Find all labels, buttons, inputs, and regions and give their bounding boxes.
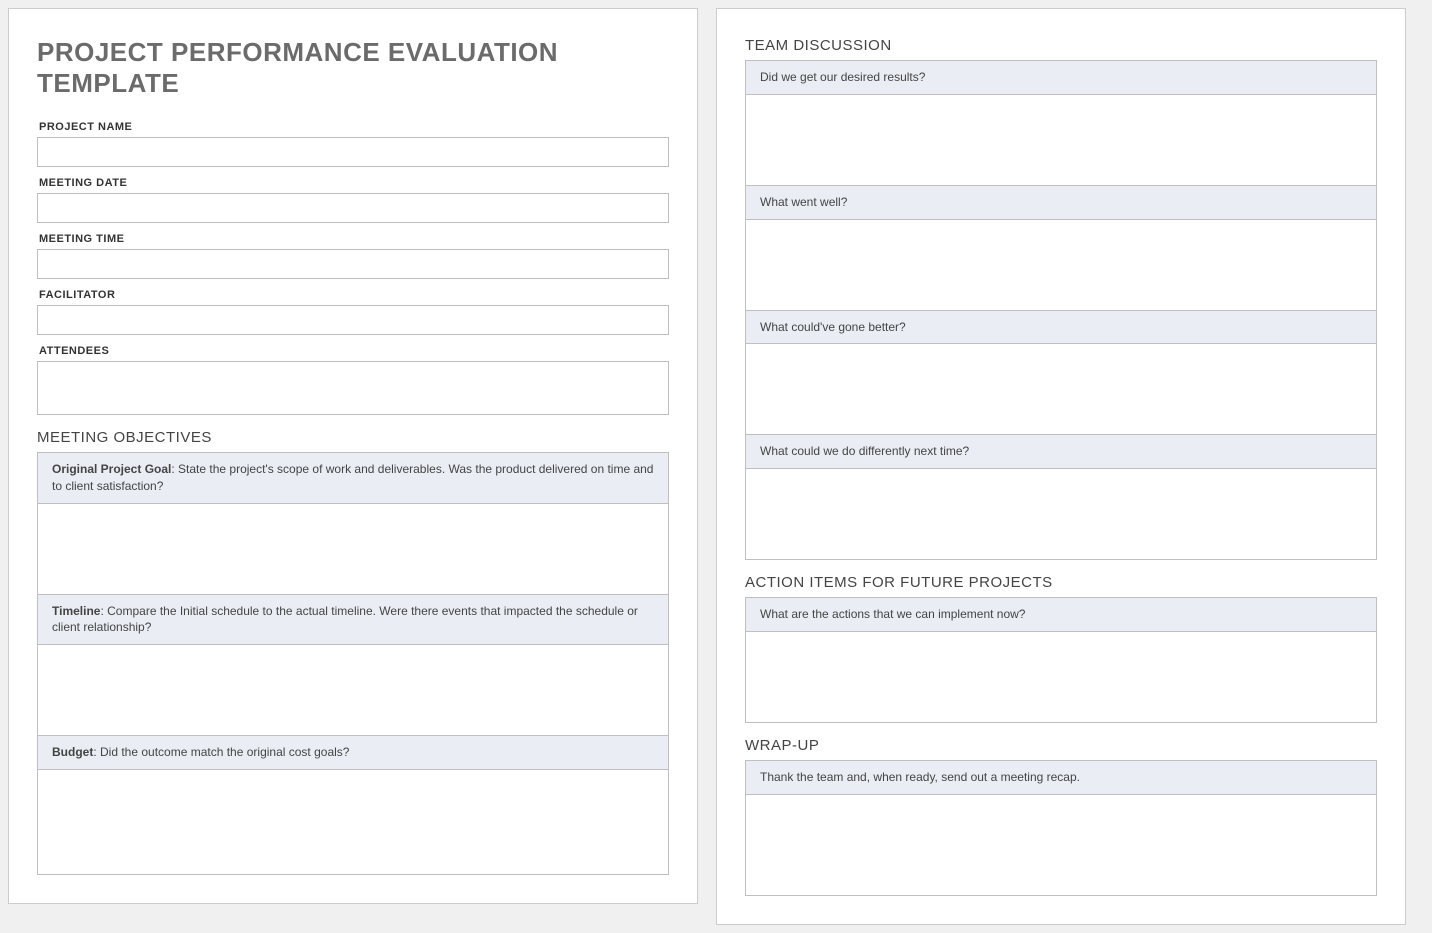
objective-body-goal[interactable] [38,504,668,594]
objective-block-budget: Budget: Did the outcome match the origin… [37,736,669,875]
input-meeting-date[interactable] [37,193,669,223]
heading-meeting-objectives: MEETING OBJECTIVES [37,429,669,446]
discussion-block-well: What went well? [745,186,1377,311]
action-body[interactable] [746,632,1376,722]
discussion-body-better[interactable] [746,344,1376,434]
page-left: PROJECT PERFORMANCE EVALUATION TEMPLATE … [8,8,698,904]
discussion-body-well[interactable] [746,220,1376,310]
heading-wrap-up: WRAP-UP [745,737,1377,754]
input-attendees[interactable] [37,361,669,415]
objective-text-budget: : Did the outcome match the original cos… [93,745,349,759]
heading-team-discussion: TEAM DISCUSSION [745,37,1377,54]
objective-block-timeline: Timeline: Compare the Initial schedule t… [37,595,669,737]
label-facilitator: FACILITATOR [39,289,669,301]
label-meeting-date: MEETING DATE [39,177,669,189]
action-block: What are the actions that we can impleme… [745,597,1377,723]
wrapup-header: Thank the team and, when ready, send out… [746,761,1376,795]
discussion-header-better: What could've gone better? [746,311,1376,345]
wrapup-body[interactable] [746,795,1376,895]
objective-header-timeline: Timeline: Compare the Initial schedule t… [38,595,668,646]
discussion-header-differently: What could we do differently next time? [746,435,1376,469]
document-title: PROJECT PERFORMANCE EVALUATION TEMPLATE [37,37,669,99]
objective-lead-budget: Budget [52,745,93,759]
label-project-name: PROJECT NAME [39,121,669,133]
objective-header-budget: Budget: Did the outcome match the origin… [38,736,668,770]
input-project-name[interactable] [37,137,669,167]
discussion-block-differently: What could we do differently next time? [745,435,1377,560]
page-right: TEAM DISCUSSION Did we get our desired r… [716,8,1406,925]
objective-text-timeline: : Compare the Initial schedule to the ac… [52,604,638,635]
discussion-header-results: Did we get our desired results? [746,61,1376,95]
action-header: What are the actions that we can impleme… [746,598,1376,632]
discussion-body-results[interactable] [746,95,1376,185]
objective-header-goal: Original Project Goal: State the project… [38,453,668,504]
objective-body-budget[interactable] [38,770,668,874]
label-meeting-time: MEETING TIME [39,233,669,245]
objective-block-goal: Original Project Goal: State the project… [37,452,669,595]
discussion-block-results: Did we get our desired results? [745,60,1377,186]
discussion-block-better: What could've gone better? [745,311,1377,436]
heading-action-items: ACTION ITEMS FOR FUTURE PROJECTS [745,574,1377,591]
wrapup-block: Thank the team and, when ready, send out… [745,760,1377,896]
input-facilitator[interactable] [37,305,669,335]
input-meeting-time[interactable] [37,249,669,279]
label-attendees: ATTENDEES [39,345,669,357]
discussion-body-differently[interactable] [746,469,1376,559]
objective-lead-goal: Original Project Goal [52,462,171,476]
discussion-header-well: What went well? [746,186,1376,220]
objective-body-timeline[interactable] [38,645,668,735]
objective-lead-timeline: Timeline [52,604,100,618]
